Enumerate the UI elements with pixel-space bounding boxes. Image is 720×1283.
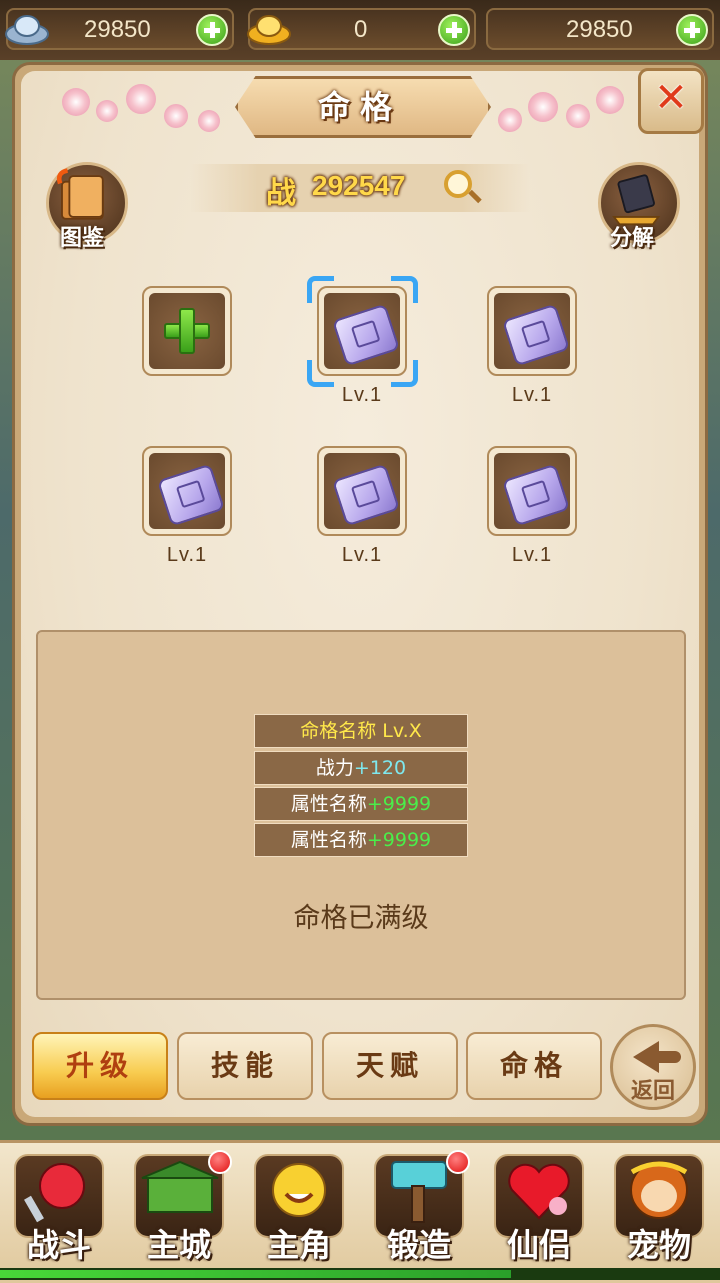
notification-badge — [446, 1150, 470, 1174]
nav-label: 主角 — [266, 1226, 331, 1264]
slot-face — [324, 453, 401, 529]
destiny-name-row: 命格名称 Lv.X — [254, 714, 468, 748]
selection-corner — [307, 360, 334, 387]
attribute-row: 属性名称+9999 — [254, 787, 468, 821]
third-currency: 29850 — [486, 8, 714, 50]
slot-face — [149, 293, 225, 369]
silver-ingot-icon — [5, 15, 49, 45]
nav-partner[interactable]: 仙侣 — [484, 1148, 594, 1268]
destiny-card-icon — [156, 463, 226, 527]
blossom-icon — [198, 110, 220, 132]
nav-label: 战斗 — [26, 1226, 91, 1264]
destiny-slot[interactable] — [487, 446, 577, 536]
codex-label: 图鉴 — [60, 226, 105, 251]
silver-currency: 29850 — [5, 8, 234, 50]
add-third-currency-button[interactable] — [676, 14, 708, 46]
nav-label: 仙侣 — [506, 1226, 571, 1264]
notification-badge — [208, 1150, 232, 1174]
nav-forge[interactable]: 锻造 — [364, 1148, 474, 1268]
max-level-status: 命格已满级 — [293, 903, 429, 934]
destiny-slot[interactable] — [142, 446, 232, 536]
slot-face — [324, 293, 401, 369]
power-stat-bonus: +120 — [353, 757, 407, 779]
third-currency-amount: 29850 — [566, 16, 633, 43]
destiny-card-icon — [501, 463, 571, 527]
gold-ingot-icon — [247, 15, 291, 45]
slot-face — [149, 453, 226, 529]
monkey-icon — [630, 1161, 688, 1219]
power-value: 292547 — [312, 170, 406, 201]
add-gold-button[interactable] — [438, 14, 470, 46]
slot-level: Lv.1 — [511, 544, 553, 566]
blossom-icon — [566, 104, 590, 128]
power-stat-label: 战力 — [315, 757, 354, 779]
blossom-icon — [126, 84, 156, 114]
blossom-icon — [498, 108, 522, 132]
slot-level: Lv.1 — [341, 544, 383, 566]
silver-amount: 29850 — [84, 16, 151, 43]
destiny-card-icon — [331, 463, 401, 527]
hammer-icon — [391, 1161, 447, 1223]
tab-destiny[interactable]: 命格 — [466, 1032, 602, 1100]
blossom-icon — [596, 86, 624, 114]
tab-skill[interactable]: 技能 — [177, 1032, 313, 1100]
back-button[interactable]: 返回 — [610, 1024, 696, 1110]
selection-corner — [307, 276, 334, 303]
attribute-row: 属性名称+9999 — [254, 823, 468, 857]
blossom-icon — [96, 100, 118, 122]
gold-currency: 0 — [247, 8, 476, 50]
back-arrow-tail — [655, 1051, 681, 1063]
city-gate-icon — [141, 1160, 219, 1213]
slot-level: Lv.1 — [341, 384, 383, 406]
destiny-card-icon — [501, 303, 571, 367]
power-row: 战力+120 — [254, 751, 468, 785]
close-icon: ✕ — [654, 75, 688, 121]
hero-face-icon — [272, 1163, 326, 1217]
destiny-card-icon — [331, 303, 401, 367]
tab-upgrade[interactable]: 升级 — [32, 1032, 168, 1100]
slot-face — [494, 293, 571, 369]
blossom-icon — [164, 104, 188, 128]
slot-level: Lv.1 — [166, 544, 208, 566]
tab-talent[interactable]: 天赋 — [322, 1032, 458, 1100]
destiny-slot-empty[interactable] — [142, 286, 232, 376]
magnifier-icon[interactable] — [444, 170, 472, 198]
nav-label: 宠物 — [626, 1226, 691, 1264]
nav-pet[interactable]: 宠物 — [604, 1148, 714, 1268]
add-silver-button[interactable] — [196, 14, 228, 46]
add-icon — [164, 308, 210, 354]
back-label: 返回 — [630, 1079, 675, 1104]
attribute-label: 属性名称 — [290, 829, 367, 851]
nav-battle[interactable]: 战斗 — [4, 1148, 114, 1268]
selection-corner — [391, 360, 418, 387]
destiny-name: 命格名称 Lv.X — [300, 720, 422, 742]
power-label: 战 — [266, 176, 296, 211]
destiny-slot[interactable] — [317, 446, 407, 536]
slot-face — [494, 453, 571, 529]
fighter-icon — [24, 1163, 85, 1223]
decompose-label: 分解 — [610, 226, 655, 251]
close-button[interactable]: ✕ — [638, 68, 704, 134]
nav-label: 锻造 — [386, 1226, 451, 1264]
nav-hero[interactable]: 主角 — [244, 1148, 354, 1268]
panel-title: 命格 — [317, 88, 402, 126]
selection-corner — [391, 276, 418, 303]
attribute-label: 属性名称 — [290, 793, 367, 815]
nav-label: 主城 — [146, 1226, 211, 1264]
attribute-bonus: +9999 — [366, 829, 432, 851]
progress-bar-fill — [0, 1270, 511, 1278]
destiny-slot[interactable] — [487, 286, 577, 376]
heart-icon — [508, 1163, 570, 1220]
gold-amount: 0 — [354, 16, 368, 43]
blossom-icon — [528, 92, 558, 122]
attribute-bonus: +9999 — [366, 793, 432, 815]
slot-level: Lv.1 — [511, 384, 553, 406]
nav-city[interactable]: 主城 — [124, 1148, 234, 1268]
blossom-icon — [62, 88, 90, 116]
